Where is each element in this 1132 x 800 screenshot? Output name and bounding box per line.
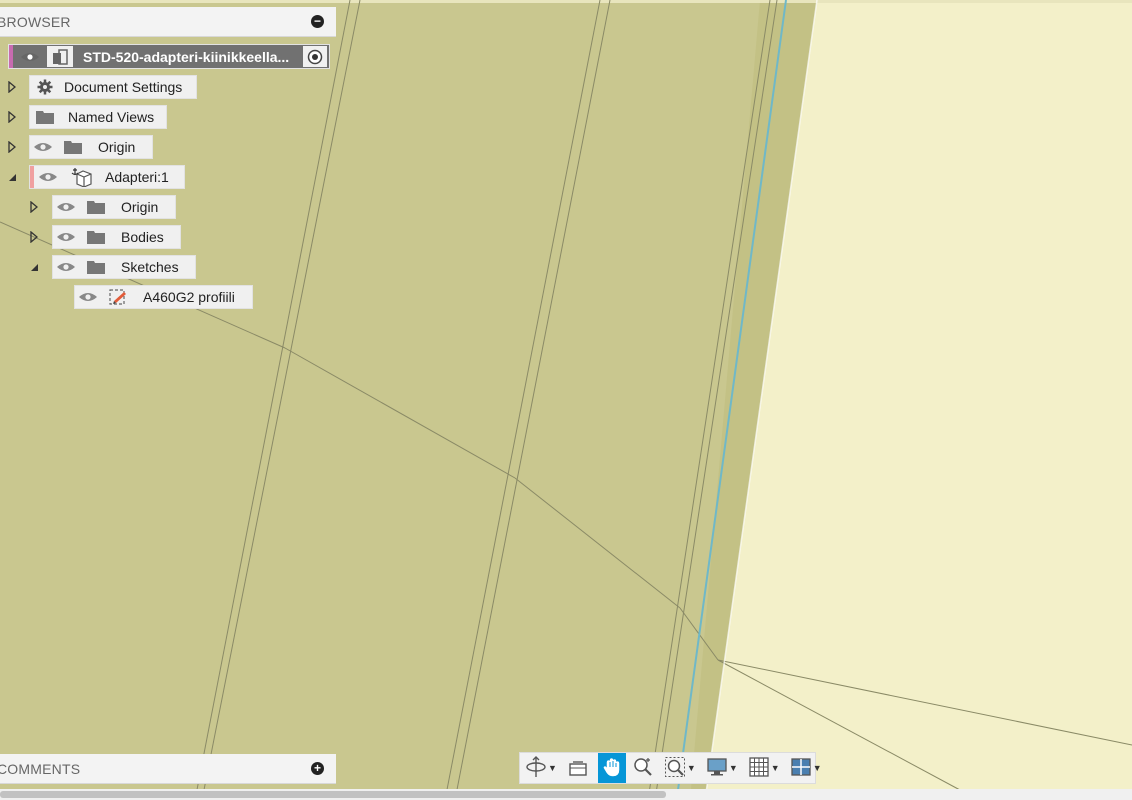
browser-header[interactable]: BROWSER − — [0, 7, 336, 37]
collapse-arrow-icon[interactable] — [7, 171, 17, 183]
model-top-strip — [0, 0, 1132, 3]
expand-arrow-icon[interactable] — [29, 231, 39, 243]
horizontal-scrollbar[interactable] — [0, 789, 1132, 800]
sketch-icon — [105, 287, 131, 307]
zoom-icon — [632, 756, 654, 781]
comments-header[interactable]: COMMENTS + — [0, 754, 336, 784]
tree-node-label: Adapteri:1 — [105, 169, 169, 185]
dropdown-caret-icon[interactable]: ▼ — [729, 763, 738, 773]
tree-node-label: Origin — [121, 199, 159, 215]
expand-arrow-icon[interactable] — [7, 111, 17, 123]
folder-icon — [83, 229, 109, 245]
tree-node-sketch-a460g2[interactable]: A460G2 profiili — [74, 285, 253, 309]
tree-node-document-settings[interactable]: Document Settings — [29, 75, 197, 99]
display-settings-button[interactable]: ▼ — [703, 753, 741, 783]
expand-arrow-icon[interactable] — [29, 201, 39, 213]
browser-root-label: STD-520-adapteri-kiinikkeella... — [83, 48, 290, 65]
look-at-icon — [567, 756, 589, 781]
tree-node-origin[interactable]: Origin — [29, 135, 153, 159]
tree-node-component-adapteri[interactable]: Adapteri:1 — [29, 165, 185, 189]
collapse-arrow-icon[interactable] — [29, 261, 39, 273]
viewports-button[interactable]: ▼ — [787, 753, 825, 783]
zoom-button[interactable] — [629, 753, 657, 783]
root-accent — [9, 45, 13, 68]
tree-node-bodies[interactable]: Bodies — [52, 225, 181, 249]
dropdown-caret-icon[interactable]: ▼ — [687, 763, 696, 773]
pan-button[interactable] — [597, 753, 626, 783]
tree-node-label: A460G2 profiili — [143, 289, 235, 305]
model-viewport[interactable] — [0, 0, 1132, 800]
dropdown-caret-icon[interactable]: ▼ — [813, 763, 822, 773]
folder-icon — [32, 109, 58, 125]
fit-button[interactable]: ▼ — [661, 753, 699, 783]
grid-icon — [748, 756, 770, 781]
look-at-button[interactable] — [564, 753, 592, 783]
activate-radio-icon[interactable] — [303, 46, 327, 67]
eye-icon[interactable] — [37, 171, 59, 183]
eye-icon[interactable] — [55, 201, 77, 213]
navigation-toolbar: ▼ ▼ ▼ ▼ ▼ — [519, 752, 822, 784]
browser-title: BROWSER — [0, 13, 71, 30]
tree-node-label: Bodies — [121, 229, 164, 245]
plus-circle-icon[interactable]: + — [311, 762, 324, 775]
grid-snaps-button[interactable]: ▼ — [745, 753, 783, 783]
comments-title: COMMENTS — [0, 760, 81, 777]
browser-root-node[interactable]: STD-520-adapteri-kiinikkeella... — [8, 44, 330, 69]
minus-circle-icon[interactable]: − — [311, 15, 324, 28]
tree-node-sketches[interactable]: Sketches — [52, 255, 196, 279]
tree-node-label: Named Views — [68, 109, 155, 125]
document-icon — [47, 46, 73, 67]
component-anchor-icon — [69, 167, 95, 187]
eye-icon[interactable] — [32, 141, 54, 153]
tree-node-named-views[interactable]: Named Views — [29, 105, 167, 129]
tree-node-component-origin[interactable]: Origin — [52, 195, 176, 219]
tree-node-label: Sketches — [121, 259, 179, 275]
orbit-icon — [525, 755, 547, 781]
eye-icon[interactable] — [19, 51, 41, 63]
eye-icon[interactable] — [55, 231, 77, 243]
zoom-window-icon — [664, 756, 686, 781]
folder-icon — [83, 199, 109, 215]
tree-node-label: Origin — [98, 139, 136, 155]
gear-icon — [32, 79, 58, 95]
pan-hand-icon — [601, 756, 623, 781]
dropdown-caret-icon[interactable]: ▼ — [548, 763, 557, 773]
eye-icon[interactable] — [77, 291, 99, 303]
folder-icon — [60, 139, 86, 155]
expand-arrow-icon[interactable] — [7, 141, 17, 153]
tree-node-label: Document Settings — [64, 79, 183, 95]
monitor-icon — [706, 756, 728, 781]
dropdown-caret-icon[interactable]: ▼ — [771, 763, 780, 773]
orbit-button[interactable]: ▼ — [522, 753, 560, 783]
component-accent — [30, 166, 34, 188]
viewports-icon — [790, 756, 812, 781]
scrollbar-thumb[interactable] — [0, 791, 666, 798]
folder-icon — [83, 259, 109, 275]
eye-icon[interactable] — [55, 261, 77, 273]
expand-arrow-icon[interactable] — [7, 81, 17, 93]
